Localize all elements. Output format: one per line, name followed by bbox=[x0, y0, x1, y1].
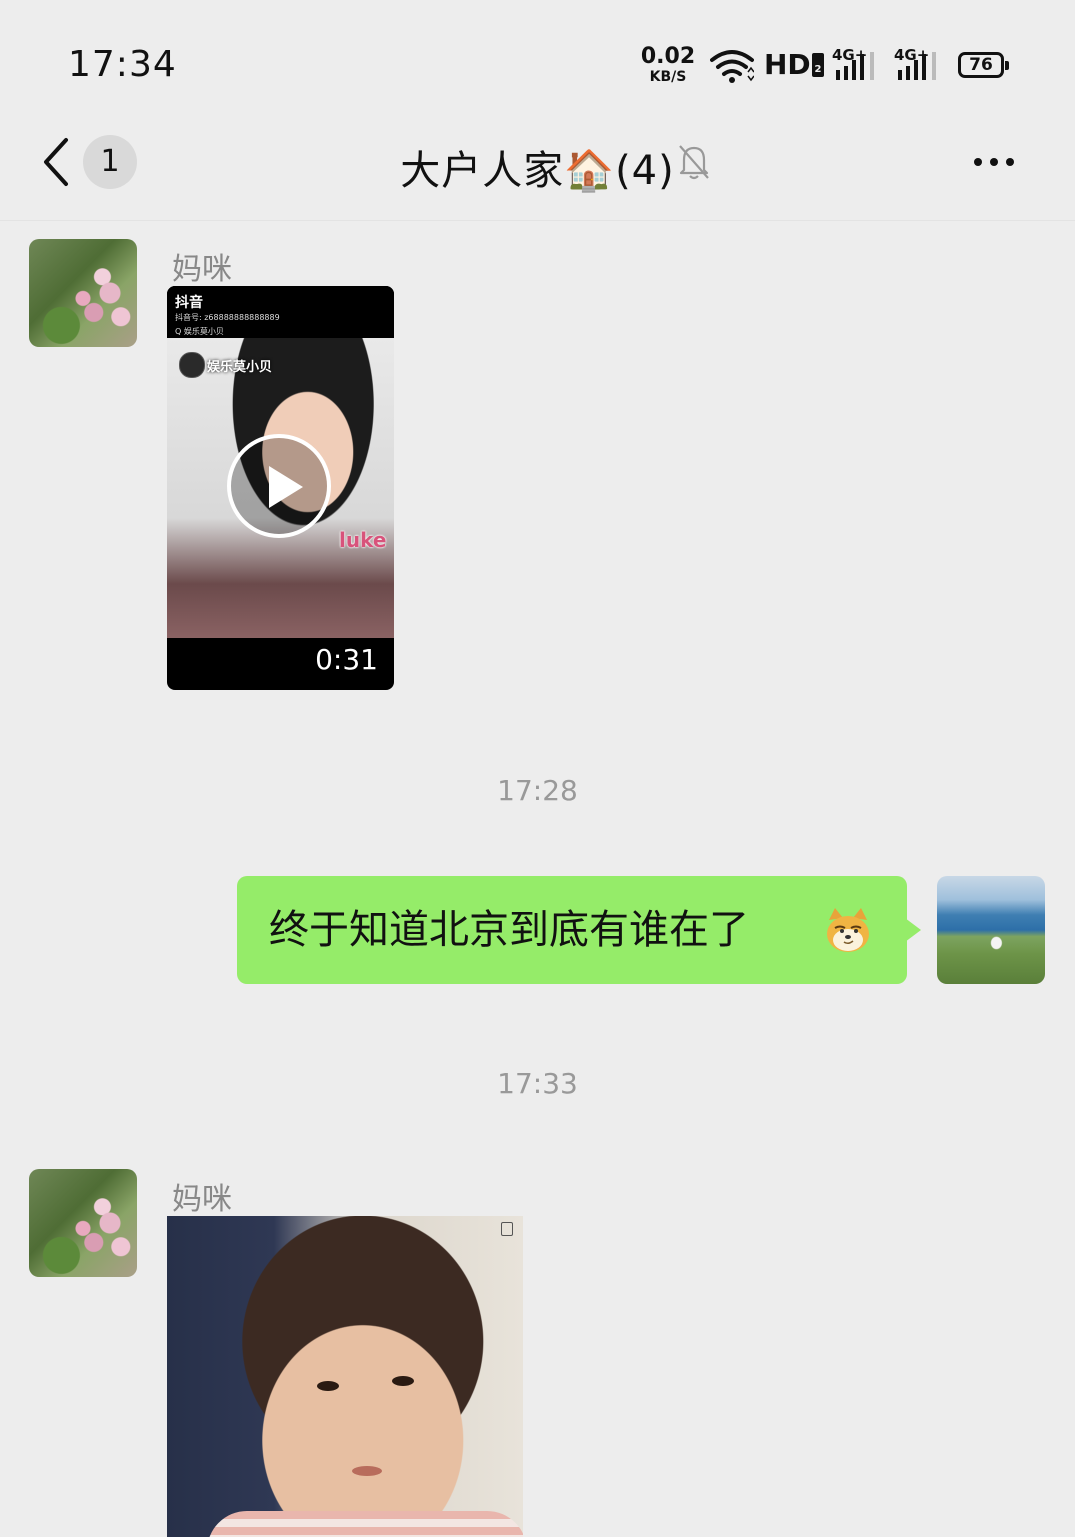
chat-title: 大户人家🏠(4) bbox=[400, 148, 675, 194]
message-text: 终于知道北京到底有谁在了 bbox=[269, 907, 749, 953]
wifi-icon bbox=[710, 50, 754, 83]
sender-name: 妈咪 bbox=[172, 1182, 232, 1217]
more-dot-icon bbox=[974, 158, 982, 166]
status-bar: 17:34 0.02 KB/S HD 2 4G+ 4G+ 76 bbox=[0, 0, 1075, 110]
video-search-line: Q 娱乐莫小贝 bbox=[175, 327, 224, 336]
sticker-image[interactable] bbox=[167, 1216, 523, 1537]
network-speed: 0.02 KB/S bbox=[640, 44, 696, 85]
sticker-eye bbox=[317, 1381, 339, 1391]
video-duration: 0:31 bbox=[315, 643, 378, 676]
douyin-logo: 抖音 bbox=[175, 295, 203, 311]
message-timestamp: 17:33 bbox=[497, 1067, 578, 1100]
doge-emoji-icon bbox=[827, 908, 869, 952]
channel-name: 娱乐莫小贝 bbox=[207, 360, 273, 375]
mute-bell-icon bbox=[679, 145, 709, 180]
video-account-line: 抖音号: z68888888888889 bbox=[175, 313, 280, 322]
chat-screen: 17:34 0.02 KB/S HD 2 4G+ 4G+ 76 1 大户人家🏠(… bbox=[0, 0, 1075, 1537]
more-dot-icon bbox=[990, 158, 998, 166]
sticker-eye bbox=[392, 1376, 414, 1386]
sender-avatar[interactable] bbox=[29, 1169, 137, 1277]
sender-avatar[interactable] bbox=[29, 239, 137, 347]
signal-sim1-icon: 4G+ bbox=[832, 46, 880, 82]
signal-sim2-icon: 4G+ bbox=[894, 46, 942, 82]
sticker-watermark-icon bbox=[501, 1222, 513, 1236]
battery-icon: 76 bbox=[958, 52, 1009, 78]
sender-name: 妈咪 bbox=[172, 252, 232, 287]
video-message[interactable]: 抖音 抖音号: z68888888888889 Q 娱乐莫小贝 娱乐莫小贝 lu… bbox=[167, 286, 394, 690]
message-timestamp: 17:28 bbox=[497, 774, 578, 807]
sticker-shirt bbox=[207, 1511, 523, 1537]
video-header: 抖音 抖音号: z68888888888889 Q 娱乐莫小贝 bbox=[167, 286, 394, 338]
video-overlay-text: luke bbox=[339, 528, 387, 552]
play-button[interactable] bbox=[227, 434, 331, 538]
outgoing-text-bubble[interactable]: 终于知道北京到底有谁在了 bbox=[237, 876, 921, 984]
network-speed-unit: KB/S bbox=[649, 69, 687, 85]
more-options-button[interactable] bbox=[970, 150, 1030, 174]
sticker-mouth bbox=[352, 1466, 382, 1476]
status-time: 17:34 bbox=[68, 44, 177, 85]
network-speed-value: 0.02 bbox=[640, 44, 696, 69]
battery-level: 76 bbox=[969, 55, 993, 75]
channel-avatar bbox=[179, 352, 205, 378]
hd-label: HD bbox=[764, 48, 811, 81]
chat-header: 1 大户人家🏠(4) bbox=[0, 110, 1075, 221]
svg-text:2: 2 bbox=[814, 64, 821, 75]
play-icon bbox=[269, 466, 303, 508]
my-avatar[interactable] bbox=[937, 876, 1045, 984]
hd-icon: HD 2 bbox=[764, 48, 825, 81]
more-dot-icon bbox=[1006, 158, 1014, 166]
